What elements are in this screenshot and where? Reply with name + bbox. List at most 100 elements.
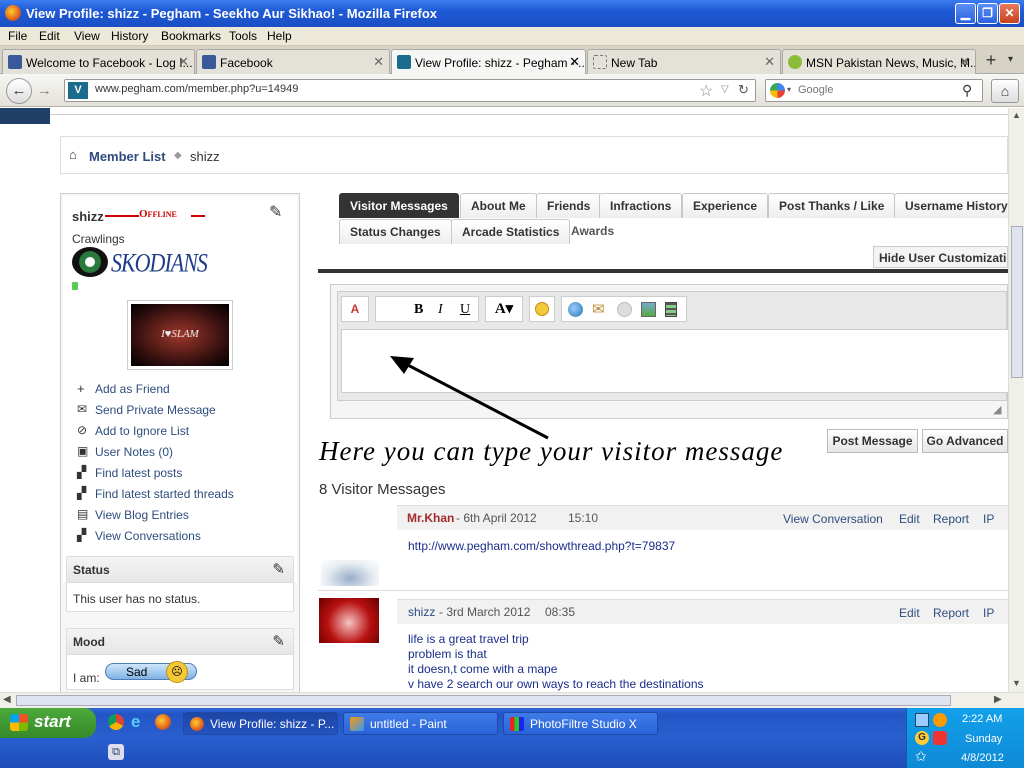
network-icon[interactable] <box>915 713 929 727</box>
image-icon[interactable] <box>641 302 656 317</box>
add-friend-action[interactable]: + Add as Friend <box>77 381 297 402</box>
chrome-icon[interactable] <box>108 714 124 730</box>
find-threads-action[interactable]: ▞ Find latest started threads <box>77 486 297 507</box>
menu-history[interactable]: History <box>111 29 148 43</box>
maximize-button[interactable]: ❐ <box>977 3 998 24</box>
show-desktop-icon[interactable]: ⧉ <box>108 744 124 760</box>
scroll-thumb[interactable] <box>1011 226 1023 378</box>
internet-explorer-icon[interactable]: e <box>131 712 140 732</box>
ip-link[interactable]: IP <box>983 606 994 620</box>
tab-facebook[interactable]: Facebook ✕ <box>196 49 390 74</box>
start-button[interactable]: start <box>0 708 96 738</box>
post-message-button[interactable]: Post Message <box>827 429 918 453</box>
vertical-scrollbar[interactable]: ▲ ▼ <box>1008 108 1024 692</box>
menu-edit[interactable]: Edit <box>39 29 60 43</box>
video-icon[interactable] <box>665 302 677 317</box>
bookmark-star-icon[interactable]: ☆ <box>699 81 713 101</box>
edit-link[interactable]: Edit <box>899 606 920 620</box>
go-advanced-button[interactable]: Go Advanced <box>922 429 1008 453</box>
menu-help[interactable]: Help <box>267 29 292 43</box>
tab-close-icon[interactable]: ✕ <box>569 54 580 70</box>
tab-close-icon[interactable]: ✕ <box>178 54 189 70</box>
tab-facebook-login[interactable]: Welcome to Facebook - Log I... ✕ <box>2 49 195 74</box>
report-link[interactable]: Report <box>933 606 969 620</box>
message-body-link[interactable]: http://www.pegham.com/showthread.php?t=7… <box>408 539 675 553</box>
tab-awards[interactable]: Awards <box>571 224 614 238</box>
search-engine-chevron-icon[interactable]: ▾ <box>787 85 791 94</box>
scroll-down-icon[interactable]: ▼ <box>1012 678 1021 688</box>
tab-close-icon[interactable]: ✕ <box>373 54 384 70</box>
scroll-left-icon[interactable]: ◀ <box>3 694 11 705</box>
close-button[interactable]: ✕ <box>999 3 1020 24</box>
new-tab-plus-icon[interactable]: + <box>980 51 1002 71</box>
url-input[interactable] <box>95 83 695 95</box>
edit-pencil-icon[interactable]: ✎ <box>272 560 285 578</box>
menu-view[interactable]: View <box>74 29 100 43</box>
edit-link[interactable]: Edit <box>899 512 920 526</box>
minimize-button[interactable]: ▁ <box>955 3 976 24</box>
tab-post-thanks[interactable]: Post Thanks / Like <box>768 193 896 218</box>
ip-link[interactable]: IP <box>983 512 994 526</box>
user-notes-action[interactable]: ▣ User Notes (0) <box>77 444 297 465</box>
smiley-icon[interactable] <box>535 302 549 316</box>
url-bar[interactable]: V ☆ ▽ ↻ <box>64 79 756 102</box>
site-identity-icon[interactable]: V <box>68 82 88 99</box>
tab-visitor-messages[interactable]: Visitor Messages <box>339 193 459 218</box>
bold-icon[interactable]: B <box>414 302 423 318</box>
star-tray-icon[interactable]: ✩ <box>915 748 927 765</box>
breadcrumb-member-list[interactable]: Member List <box>89 149 166 164</box>
menu-tools[interactable]: Tools <box>229 29 257 43</box>
forward-icon[interactable]: → <box>37 82 52 99</box>
view-conversation-link[interactable]: View Conversation <box>783 512 883 526</box>
tab-msn[interactable]: MSN Pakistan News, Music, M... ✕ <box>782 49 976 74</box>
send-pm-action[interactable]: ✉ Send Private Message <box>77 402 297 423</box>
messenger-icon[interactable] <box>933 713 947 727</box>
tab-close-icon[interactable]: ✕ <box>959 54 970 70</box>
menu-file[interactable]: File <box>8 29 27 43</box>
url-dropdown-icon[interactable]: ▽ <box>721 84 729 95</box>
resize-handle-icon[interactable]: ◢ <box>993 403 1001 416</box>
task-paint[interactable]: untitled - Paint <box>343 712 498 735</box>
message-author[interactable]: shizz <box>408 605 435 619</box>
tab-arcade-statistics[interactable]: Arcade Statistics <box>451 219 571 244</box>
reload-icon[interactable]: ↻ <box>738 82 749 98</box>
tab-username-history[interactable]: Username History <box>894 193 1008 218</box>
tab-experience[interactable]: Experience <box>682 193 769 218</box>
task-photofiltre[interactable]: PhotoFiltre Studio X <box>503 712 658 735</box>
shield-icon[interactable] <box>933 731 947 745</box>
edit-pencil-icon[interactable]: ✎ <box>272 632 285 650</box>
hide-customization-button[interactable]: Hide User Customizatio <box>873 246 1008 268</box>
remove-format-icon[interactable]: A <box>341 296 369 322</box>
find-posts-action[interactable]: ▞ Find latest posts <box>77 465 297 486</box>
tab-close-icon[interactable]: ✕ <box>764 54 775 70</box>
blog-entries-action[interactable]: ▤ View Blog Entries <box>77 507 297 528</box>
tab-new-tab[interactable]: New Tab ✕ <box>587 49 781 74</box>
search-icon[interactable]: ⚲ <box>962 82 972 99</box>
tab-list-chevron-icon[interactable]: ▾ <box>1008 54 1013 65</box>
horizontal-scroll-thumb[interactable] <box>16 695 951 706</box>
firefox-icon[interactable] <box>155 714 171 730</box>
tab-friends[interactable]: Friends <box>536 193 602 218</box>
task-firefox[interactable]: View Profile: shizz - P... <box>183 712 338 735</box>
search-bar[interactable]: ▾ ⚲ <box>765 79 983 102</box>
italic-icon[interactable]: I <box>438 302 443 318</box>
g-tray-icon[interactable]: G <box>915 731 929 745</box>
ignore-list-action[interactable]: ⊘ Add to Ignore List <box>77 423 297 444</box>
clock-time[interactable]: 2:22 AM <box>962 713 1002 725</box>
edit-pencil-icon[interactable]: ✎ <box>269 202 282 222</box>
email-icon[interactable]: ✉ <box>592 300 605 318</box>
tab-about-me[interactable]: About Me <box>460 193 537 218</box>
scroll-right-icon[interactable]: ▶ <box>994 694 1002 705</box>
message-author[interactable]: Mr.Khan <box>407 511 454 525</box>
tab-view-profile[interactable]: View Profile: shizz - Pegham - ... ✕ <box>391 49 586 75</box>
back-icon[interactable]: ← <box>6 78 32 104</box>
home-icon[interactable]: ⌂ <box>991 79 1019 103</box>
home-icon[interactable]: ⌂ <box>69 147 77 162</box>
tab-status-changes[interactable]: Status Changes <box>339 219 452 244</box>
underline-icon[interactable]: U <box>460 302 470 318</box>
conversations-action[interactable]: ▞ View Conversations <box>77 528 297 549</box>
scroll-up-icon[interactable]: ▲ <box>1012 110 1021 120</box>
report-link[interactable]: Report <box>933 512 969 526</box>
tab-infractions[interactable]: Infractions <box>599 193 683 218</box>
font-color-icon[interactable]: A▾ <box>485 296 523 322</box>
